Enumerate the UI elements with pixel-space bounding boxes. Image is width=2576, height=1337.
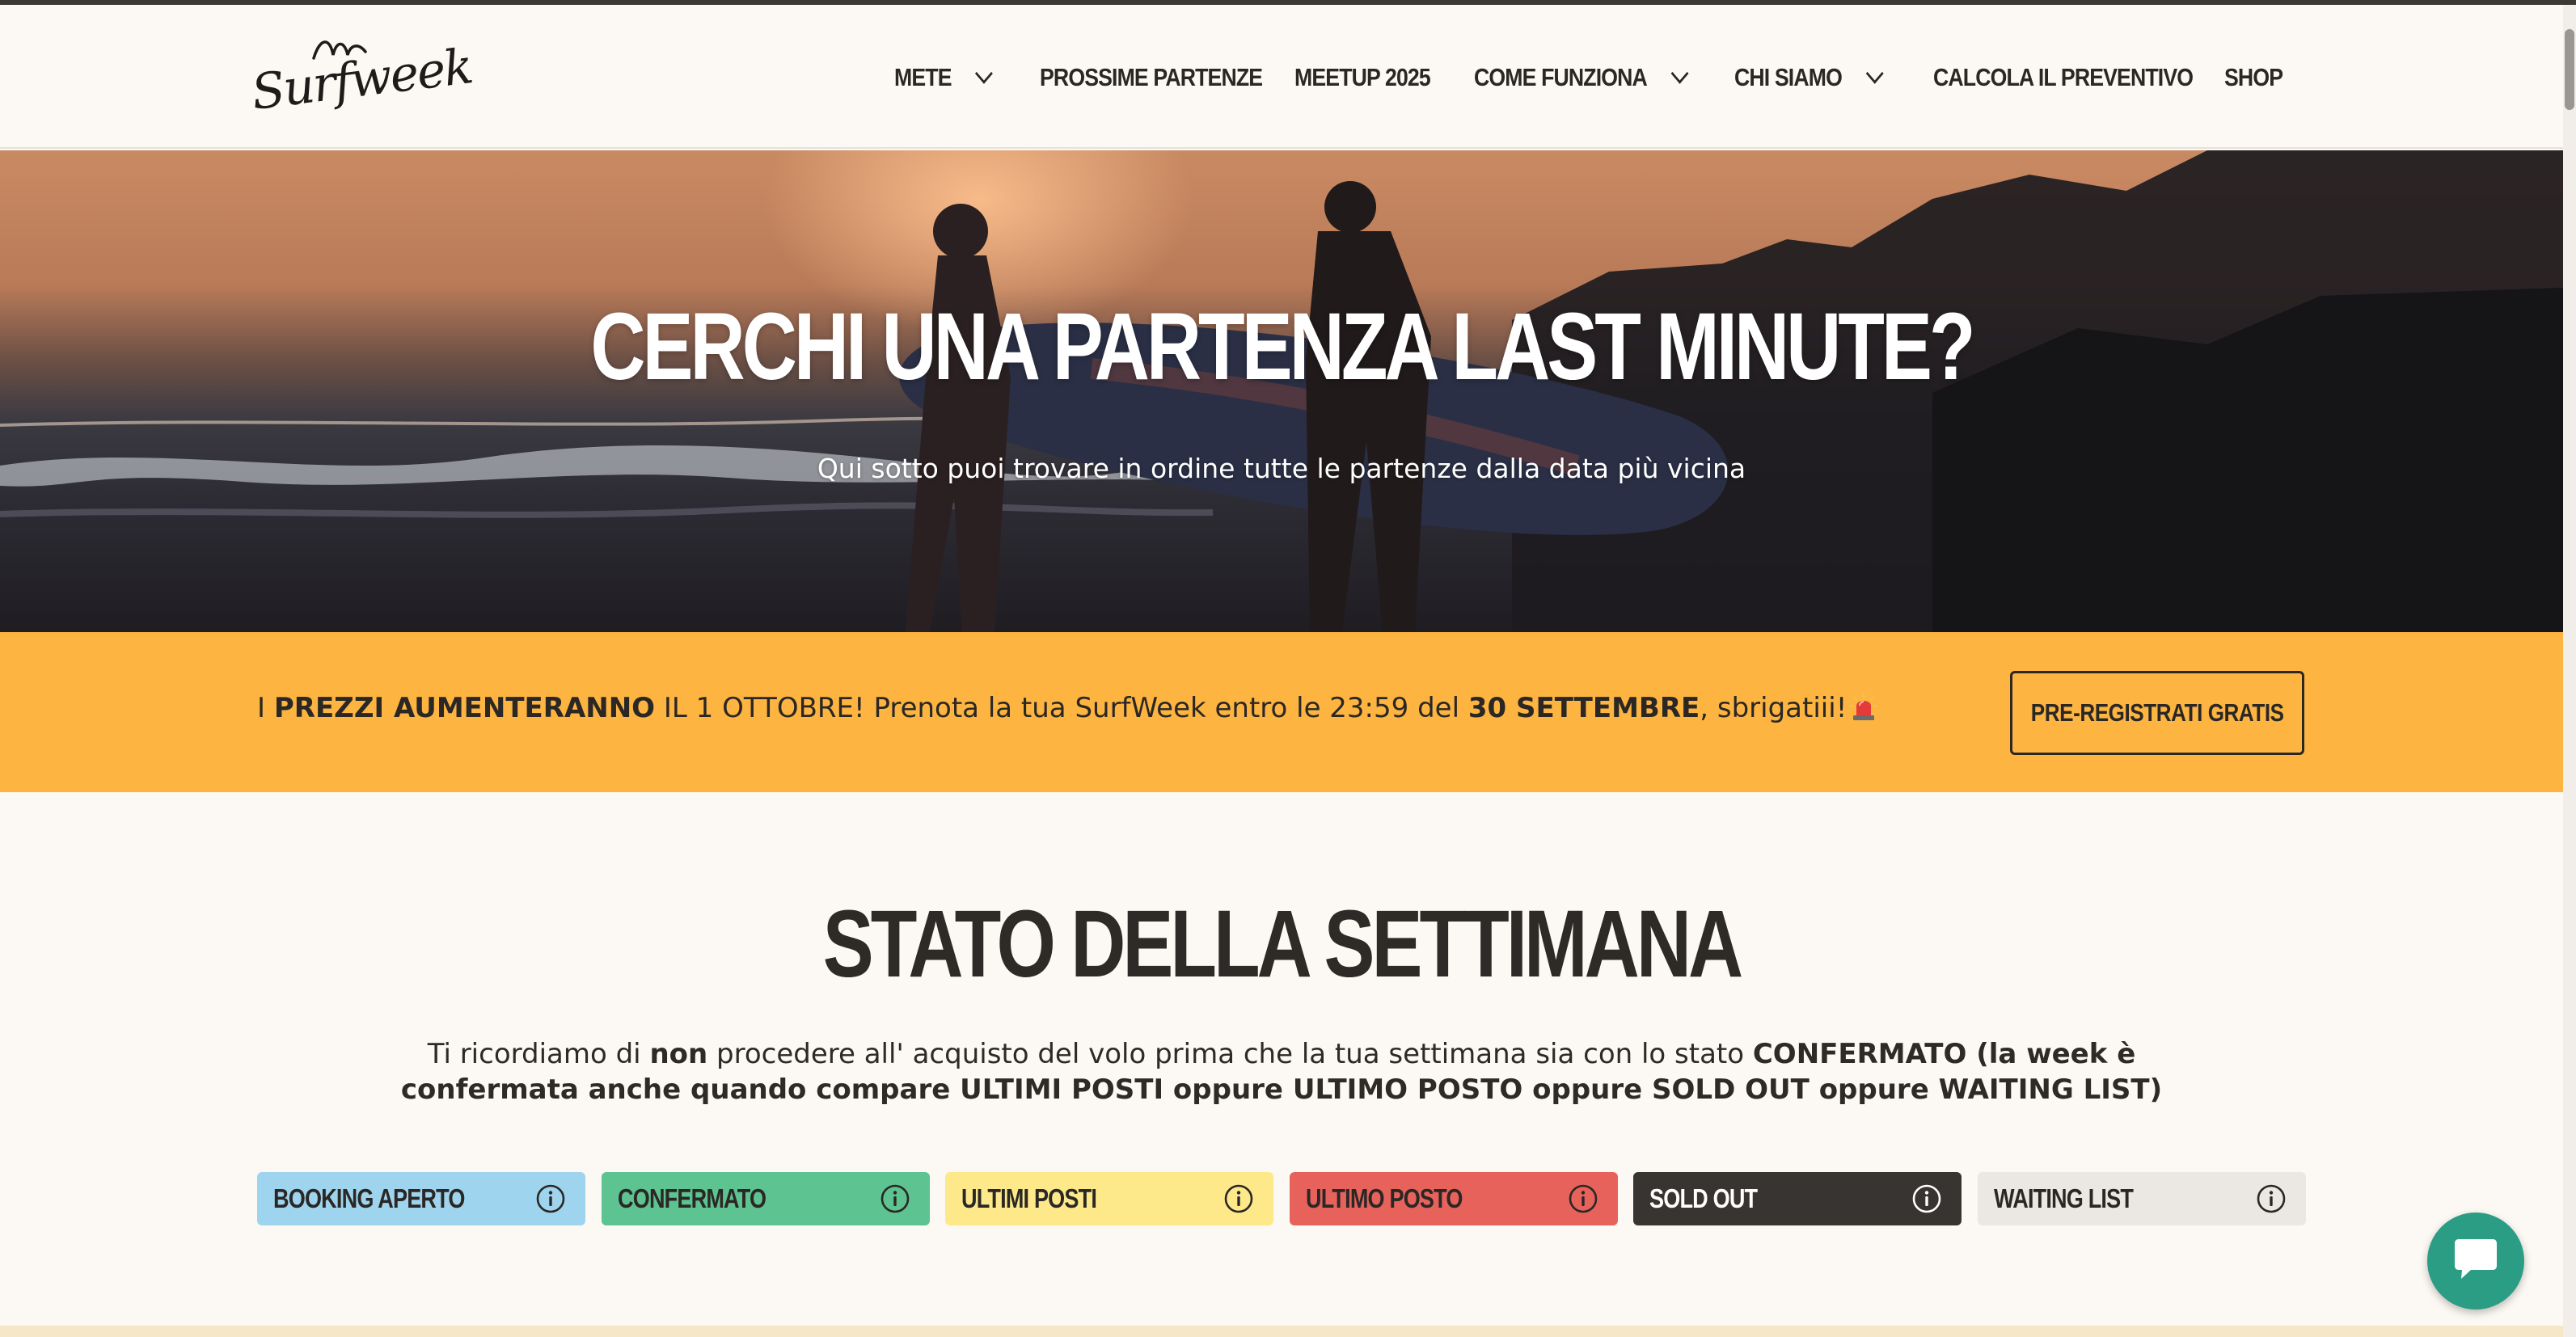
nav-item-label: SHOP <box>2224 63 2283 91</box>
status-badge-label: CONFERMATO <box>617 1183 766 1213</box>
status-note-part: Ti ricordiamo di <box>427 1038 650 1070</box>
promo-text-part: IL 1 OTTOBRE! Prenota la tua SurfWeek en… <box>655 692 1468 724</box>
logo-wordmark: Surfweek <box>248 38 475 122</box>
info-icon[interactable] <box>1223 1183 1254 1214</box>
scrollbar-thumb[interactable] <box>2565 29 2574 110</box>
nav-item-label: CHI SIAMO <box>1734 63 1843 91</box>
nav-item-meetup-2025[interactable]: MEETUP 2025 <box>1294 63 1449 92</box>
nav-item-label: COME FUNZIONA <box>1474 63 1648 91</box>
nav-item-mete[interactable]: METE <box>894 63 1020 92</box>
chevron-down-icon <box>1865 63 1884 84</box>
hero-banner: CERCHI UNA PARTENZA LAST MINUTE? Qui sot… <box>0 150 2563 632</box>
promo-banner: I PREZZI AUMENTERANNO IL 1 OTTOBRE! Pren… <box>0 632 2563 792</box>
status-section-title: STATO DELLA SETTIMANA <box>822 891 1743 997</box>
nav-item-label: CALCOLA IL PREVENTIVO <box>1933 63 2194 91</box>
status-badge-label: BOOKING APERTO <box>273 1183 465 1213</box>
status-note-part: procedere all' acquisto del volo prima c… <box>707 1038 1753 1070</box>
status-note: Ti ricordiamo di non procedere all' acqu… <box>388 1036 2175 1107</box>
promo-message: I PREZZI AUMENTERANNO IL 1 OTTOBRE! Pren… <box>257 692 1878 724</box>
surfweek-logo[interactable]: Surfweek <box>248 29 475 134</box>
chat-widget-button[interactable] <box>2427 1213 2524 1310</box>
hero-title: CERCHI UNA PARTENZA LAST MINUTE? <box>590 293 1975 400</box>
status-legend: BOOKING APERTO CONFERMATO ULTIMI POSTI U… <box>257 1172 2306 1225</box>
status-badge-sold-out[interactable]: SOLD OUT <box>1633 1172 1962 1225</box>
status-badge-booking-aperto[interactable]: BOOKING APERTO <box>257 1172 585 1225</box>
info-icon[interactable] <box>2256 1183 2287 1214</box>
status-badge-label: ULTIMO POSTO <box>1305 1183 1463 1213</box>
status-badge-label: ULTIMI POSTI <box>961 1183 1097 1213</box>
nav-item-calcola-preventivo[interactable]: CALCOLA IL PREVENTIVO <box>1933 63 2194 92</box>
pre-register-button-label: PRE-REGISTRATI GRATIS <box>2030 698 2284 727</box>
site-header: Surfweek METE PROSSIME PARTENZE MEETUP 2… <box>0 5 2576 149</box>
nav-item-chi-siamo[interactable]: CHI SIAMO <box>1734 63 1906 92</box>
status-badge-ultimi-posti[interactable]: ULTIMI POSTI <box>945 1172 1274 1225</box>
nav-item-label: PROSSIME PARTENZE <box>1040 63 1263 91</box>
status-badge-label: WAITING LIST <box>1993 1183 2134 1213</box>
next-section-edge <box>0 1326 2563 1337</box>
nav-item-label: METE <box>894 63 952 91</box>
promo-text-bold: PREZZI AUMENTERANNO <box>273 692 656 724</box>
promo-text-part: , sbrigatiii! <box>1700 692 1848 724</box>
nav-item-prossime-partenze[interactable]: PROSSIME PARTENZE <box>1040 63 1263 92</box>
info-icon[interactable] <box>1911 1183 1942 1214</box>
nav-item-label: MEETUP 2025 <box>1294 63 1431 91</box>
promo-text-part: I <box>257 692 274 724</box>
info-icon[interactable] <box>1568 1183 1598 1214</box>
status-note-bold: non <box>649 1038 708 1070</box>
surfers-silhouette-graphic <box>899 181 1729 632</box>
status-badge-label: SOLD OUT <box>1649 1183 1758 1213</box>
info-icon[interactable] <box>535 1183 566 1214</box>
chevron-down-icon <box>975 63 993 84</box>
promo-text-bold: 30 SETTEMBRE <box>1467 692 1700 724</box>
chevron-down-icon <box>1670 63 1689 84</box>
nav-item-shop[interactable]: SHOP <box>2224 63 2283 92</box>
status-badge-ultimo-posto[interactable]: ULTIMO POSTO <box>1289 1172 1618 1225</box>
siren-emoji-icon <box>1850 693 1878 720</box>
pre-register-button[interactable]: PRE-REGISTRATI GRATIS <box>2010 671 2304 755</box>
chat-bubble-icon <box>2455 1239 2497 1279</box>
nav-item-come-funziona[interactable]: COME FUNZIONA <box>1474 63 1698 92</box>
status-badge-confermato[interactable]: CONFERMATO <box>601 1172 930 1225</box>
info-icon[interactable] <box>880 1183 910 1214</box>
status-badge-waiting-list[interactable]: WAITING LIST <box>1977 1172 2306 1225</box>
page-scrollbar[interactable] <box>2563 5 2576 1337</box>
main-nav: METE PROSSIME PARTENZE MEETUP 2025 COME … <box>894 53 2289 102</box>
hero-subtitle: Qui sotto puoi trovare in ordine tutte l… <box>817 453 1746 484</box>
